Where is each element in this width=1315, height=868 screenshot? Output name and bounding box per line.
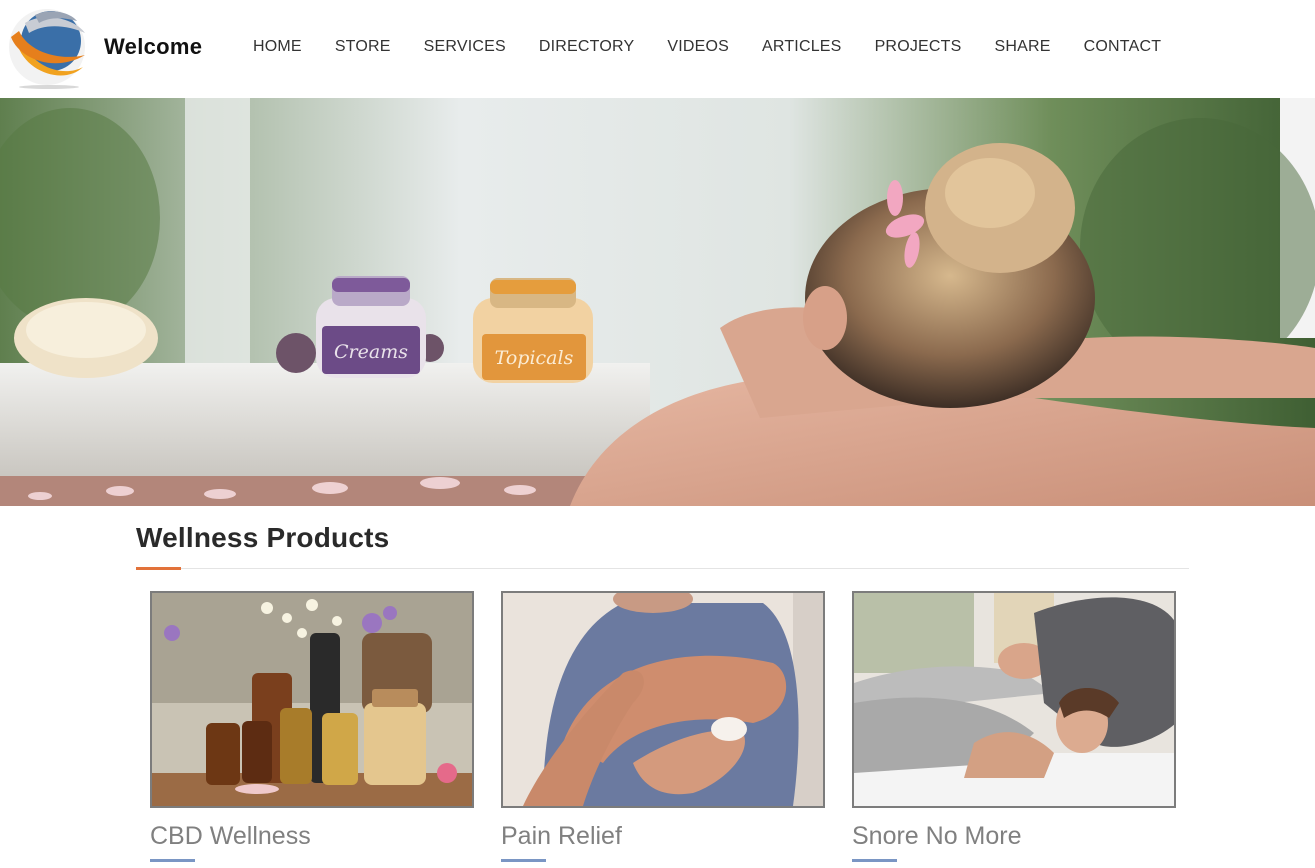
product-image-pain[interactable]	[501, 591, 825, 808]
product-image-cbd[interactable]	[150, 591, 474, 808]
product-title-snore[interactable]: Snore No More	[852, 822, 1176, 851]
nav-home[interactable]: HOME	[253, 38, 302, 56]
nav-store[interactable]: STORE	[335, 38, 391, 56]
hero-image: Creams Topicals	[0, 98, 1315, 506]
section-title-accent	[136, 567, 181, 570]
product-card-pain: Pain Relief	[501, 591, 825, 862]
nav-services[interactable]: SERVICES	[424, 38, 506, 56]
hero-banner: Creams Topicals	[0, 98, 1315, 506]
section-title: Wellness Products	[136, 522, 390, 553]
product-title-cbd[interactable]: CBD Wellness	[150, 822, 474, 851]
product-card-snore: Snore No More	[852, 591, 1176, 862]
section-divider	[136, 568, 1189, 569]
nav-projects[interactable]: PROJECTS	[875, 38, 962, 56]
product-card-cbd: CBD Wellness	[150, 591, 474, 862]
jar-creams-label: Creams	[334, 341, 408, 363]
product-title-pain[interactable]: Pain Relief	[501, 822, 825, 851]
nav-contact[interactable]: CONTACT	[1084, 38, 1162, 56]
site-logo-icon[interactable]	[5, 3, 89, 89]
jar-topicals-label: Topicals	[495, 347, 574, 369]
product-title-underline	[852, 859, 897, 862]
site-brand[interactable]: Welcome	[104, 34, 202, 60]
product-title-underline	[150, 859, 195, 862]
nav-share[interactable]: SHARE	[995, 38, 1051, 56]
product-title-underline	[501, 859, 546, 862]
site-header: Welcome HOME STORE SERVICES DIRECTORY VI…	[0, 0, 1315, 98]
nav-videos[interactable]: VIDEOS	[667, 38, 729, 56]
product-image-snore[interactable]	[852, 591, 1176, 808]
nav-directory[interactable]: DIRECTORY	[539, 38, 634, 56]
main-nav: HOME STORE SERVICES DIRECTORY VIDEOS ART…	[253, 38, 1194, 56]
nav-articles[interactable]: ARTICLES	[762, 38, 842, 56]
